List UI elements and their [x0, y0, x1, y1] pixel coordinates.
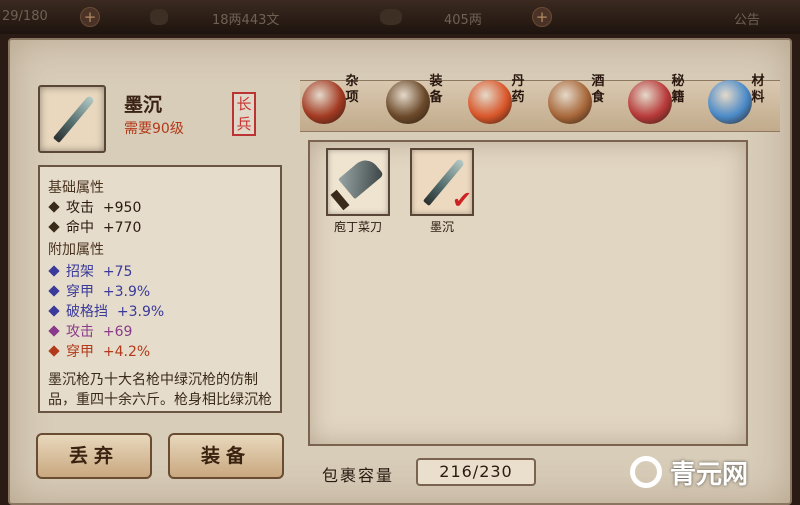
coin-icon — [380, 9, 402, 25]
tab-wine-food[interactable]: 酒食 — [546, 70, 622, 132]
item-description: 墨沉枪乃十大名枪中绿沉枪的仿制品，重四十余六斤。枪身相比绿沉枪墨色更重，握着时 — [48, 372, 272, 408]
wine-food-icon — [548, 80, 592, 124]
top-status-bar: 29/180 + 18两443文 405两 + 公告 — [0, 0, 800, 34]
currency-silver: 18两443文 — [212, 13, 280, 28]
tab-crystal[interactable]: 材料 — [706, 70, 782, 132]
capacity-value: 216/230 — [416, 458, 536, 486]
crystal-icon — [708, 80, 752, 124]
plus-icon[interactable]: + — [80, 7, 100, 27]
stat-row: 招架 +75 — [48, 261, 132, 281]
stat-row: 穿甲 +3.9% — [48, 281, 150, 301]
tab-label: 材料 — [751, 74, 765, 105]
cleaver-icon — [338, 154, 384, 200]
inventory-slot-cleaver[interactable] — [326, 148, 390, 216]
dagger-icon — [52, 94, 96, 144]
pills-icon — [468, 80, 512, 124]
equipped-check-icon: ✔ — [452, 186, 473, 214]
stat-row: 命中 +770 — [48, 217, 141, 237]
stats-panel: 基础属性 攻击 +950 命中 +770 附加属性 招架 +75 穿甲 +3.9… — [38, 165, 282, 413]
inventory-slot-dagger[interactable]: ✔ — [410, 148, 474, 216]
capacity-label: 包裹容量 — [322, 466, 395, 485]
item-requirement: 需要90级 — [124, 121, 184, 137]
watermark: 青元网 — [626, 452, 796, 492]
currency-gold: 405两 — [444, 13, 482, 28]
books-icon — [628, 80, 672, 124]
tab-pills[interactable]: 丹药 — [466, 70, 542, 132]
tab-label: 丹药 — [511, 74, 525, 105]
tab-weapons[interactable]: 装备 — [384, 70, 460, 132]
plus-icon[interactable]: + — [532, 7, 552, 27]
skull-icon — [150, 9, 168, 25]
equip-button[interactable]: 装备 — [168, 433, 284, 479]
stat-row: 攻击 +950 — [48, 197, 141, 217]
hp-counter: 29/180 — [2, 9, 48, 24]
tab-label: 酒食 — [591, 74, 605, 105]
watermark-logo-icon — [630, 456, 662, 488]
inventory-slot-label: 庖丁菜刀 — [333, 220, 382, 234]
item-type-stamp: 长兵 — [232, 92, 256, 136]
selected-item-icon — [38, 85, 106, 153]
inventory-slot-label: 墨沉 — [429, 220, 454, 234]
notice-button[interactable]: 公告 — [734, 9, 760, 28]
jar-icon — [302, 80, 346, 124]
tab-jar[interactable]: 杂项 — [300, 70, 376, 132]
extra-stats-title: 附加属性 — [48, 242, 104, 258]
cleaver-handle — [330, 189, 350, 211]
tab-books[interactable]: 秘籍 — [626, 70, 702, 132]
tab-label: 杂项 — [345, 74, 359, 105]
item-name: 墨沉 — [124, 94, 163, 116]
tab-label: 秘籍 — [671, 74, 685, 105]
weapons-icon — [386, 80, 430, 124]
stat-row: 攻击 +69 — [48, 321, 132, 341]
stat-row: 穿甲 +4.2% — [48, 341, 150, 361]
stat-row: 破格挡 +3.9% — [48, 301, 164, 321]
base-stats-title: 基础属性 — [48, 180, 104, 196]
tab-label: 装备 — [429, 74, 443, 105]
discard-button[interactable]: 丢弃 — [36, 433, 152, 479]
